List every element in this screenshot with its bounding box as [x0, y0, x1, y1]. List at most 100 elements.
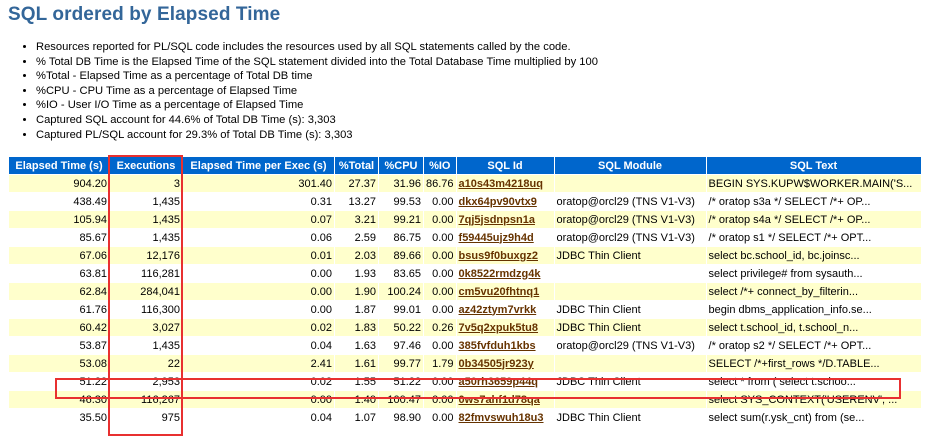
table-row: 904.20 3 301.40 27.37 31.96 86.76 a10s43m4218u… — [8, 174, 922, 193]
cell-sql-module: JDBC Thin Client — [553, 372, 707, 391]
table-row: 67.06 12,176 0.01 2.03 89.66 0.00 bsus9f0buxgz… — [8, 246, 922, 265]
sql-id-link[interactable]: bsus9f0buxgz2 — [459, 250, 538, 262]
cell-elapsed: 53.08 — [8, 354, 110, 373]
cell-sql-text: /* oratop s4a */ SELECT /*+ OP... — [705, 210, 922, 229]
sql-elapsed-table: Elapsed Time (s) Executions Elapsed Time… — [8, 156, 922, 427]
table-row: 60.42 3,027 0.02 1.83 50.22 0.26 7v5q2xpuk5tu8… — [8, 318, 922, 337]
cell-sql-text: select privilege# from sysauth... — [705, 264, 922, 283]
cell-per-exec: 0.02 — [182, 372, 335, 391]
col-header-per-exec[interactable]: Elapsed Time per Exec (s) — [182, 156, 335, 175]
cell-pct-io: 0.00 — [423, 228, 457, 247]
sql-id-link[interactable]: a50rh3659p44q — [459, 376, 539, 388]
cell-elapsed: 60.42 — [8, 318, 110, 337]
notes-list: Resources reported for PL/SQL code inclu… — [18, 40, 598, 142]
cell-pct-cpu: 51.22 — [378, 372, 424, 391]
sql-id-link[interactable]: 0ws7ahf1d78qa — [459, 394, 540, 406]
cell-sql-module: JDBC Thin Client — [553, 246, 707, 265]
cell-sql-id: bsus9f0buxgz2 — [455, 246, 555, 265]
cell-sql-module — [553, 390, 707, 409]
cell-per-exec: 0.31 — [182, 192, 335, 211]
sql-id-link[interactable]: 0b34505jr923y — [459, 358, 534, 370]
cell-sql-text: begin dbms_application_info.se... — [705, 300, 922, 319]
cell-pct-cpu: 99.21 — [378, 210, 424, 229]
cell-elapsed: 85.67 — [8, 228, 110, 247]
cell-executions: 116,267 — [109, 390, 183, 409]
cell-pct-io: 0.26 — [423, 318, 457, 337]
col-header-sql-id[interactable]: SQL Id — [455, 156, 555, 175]
sql-id-link[interactable]: cm5vu20fhtnq1 — [459, 286, 540, 298]
cell-executions: 116,281 — [109, 264, 183, 283]
sql-id-link[interactable]: 0k8522rmdzg4k — [459, 268, 541, 280]
cell-executions: 975 — [109, 408, 183, 427]
cell-elapsed: 904.20 — [8, 174, 110, 193]
cell-sql-text: select t.school_id, t.school_n... — [705, 318, 922, 337]
sql-id-link[interactable]: az42ztym7vrkk — [459, 304, 537, 316]
cell-sql-module — [553, 174, 707, 193]
col-header-pct-total[interactable]: %Total — [334, 156, 379, 175]
cell-sql-id: 7qj5jsdnpsn1a — [455, 210, 555, 229]
cell-sql-text: BEGIN SYS.KUPW$WORKER.MAIN('S... — [705, 174, 922, 193]
sql-id-link[interactable]: 7qj5jsdnpsn1a — [459, 214, 535, 226]
cell-sql-module — [553, 282, 707, 301]
cell-sql-id: az42ztym7vrkk — [455, 300, 555, 319]
cell-sql-text: select sum(r.ysk_cnt) from (se... — [705, 408, 922, 427]
note-item: Resources reported for PL/SQL code inclu… — [36, 40, 598, 55]
note-item: %Total - Elapsed Time as a percentage of… — [36, 69, 598, 84]
cell-pct-total: 1.61 — [334, 354, 379, 373]
sql-id-link[interactable]: 7v5q2xpuk5tu8 — [459, 322, 538, 334]
col-header-sql-module[interactable]: SQL Module — [553, 156, 707, 175]
cell-pct-cpu: 100.47 — [378, 390, 424, 409]
cell-per-exec: 301.40 — [182, 174, 335, 193]
cell-executions: 22 — [109, 354, 183, 373]
col-header-pct-io[interactable]: %IO — [423, 156, 457, 175]
col-header-elapsed[interactable]: Elapsed Time (s) — [8, 156, 110, 175]
cell-pct-total: 13.27 — [334, 192, 379, 211]
cell-executions: 12,176 — [109, 246, 183, 265]
cell-sql-text: /* oratop s1 */ SELECT /*+ OPT... — [705, 228, 922, 247]
cell-sql-id: dkx64pv90vtx9 — [455, 192, 555, 211]
cell-elapsed: 51.22 — [8, 372, 110, 391]
cell-per-exec: 0.00 — [182, 300, 335, 319]
cell-per-exec: 0.00 — [182, 282, 335, 301]
cell-pct-total: 27.37 — [334, 174, 379, 193]
col-header-sql-text[interactable]: SQL Text — [705, 156, 922, 175]
cell-per-exec: 0.01 — [182, 246, 335, 265]
cell-sql-text: SELECT /*+first_rows */D.TABLE... — [705, 354, 922, 373]
cell-pct-io: 0.00 — [423, 282, 457, 301]
cell-pct-io: 86.76 — [423, 174, 457, 193]
cell-sql-id: 0k8522rmdzg4k — [455, 264, 555, 283]
sql-id-link[interactable]: dkx64pv90vtx9 — [459, 196, 537, 208]
cell-per-exec: 0.07 — [182, 210, 335, 229]
cell-per-exec: 0.02 — [182, 318, 335, 337]
cell-pct-total: 1.87 — [334, 300, 379, 319]
sql-id-link[interactable]: f59445ujz9h4d — [459, 232, 534, 244]
table-row: 53.87 1,435 0.04 1.63 97.46 0.00 385fvfduh1kbs… — [8, 336, 922, 355]
cell-sql-id: 0ws7ahf1d78qa — [455, 390, 555, 409]
cell-pct-io: 0.00 — [423, 300, 457, 319]
cell-pct-cpu: 100.24 — [378, 282, 424, 301]
sql-id-link[interactable]: 385fvfduh1kbs — [459, 340, 536, 352]
cell-pct-io: 0.00 — [423, 372, 457, 391]
sql-id-link[interactable]: a10s43m4218uq — [459, 178, 543, 190]
sql-id-link[interactable]: 82fmvswuh18u3 — [459, 412, 544, 424]
cell-pct-io: 0.00 — [423, 246, 457, 265]
cell-elapsed: 438.49 — [8, 192, 110, 211]
cell-sql-module: JDBC Thin Client — [553, 408, 707, 427]
note-item: %CPU - CPU Time as a percentage of Elaps… — [36, 84, 598, 99]
col-header-pct-cpu[interactable]: %CPU — [378, 156, 424, 175]
cell-sql-module: oratop@orcl29 (TNS V1-V3) — [553, 192, 707, 211]
cell-elapsed: 105.94 — [8, 210, 110, 229]
cell-pct-cpu: 83.65 — [378, 264, 424, 283]
cell-elapsed: 67.06 — [8, 246, 110, 265]
col-header-executions[interactable]: Executions — [109, 156, 183, 175]
cell-executions: 1,435 — [109, 210, 183, 229]
cell-sql-module — [553, 264, 707, 283]
cell-pct-total: 1.63 — [334, 336, 379, 355]
cell-pct-total: 2.59 — [334, 228, 379, 247]
cell-elapsed: 35.50 — [8, 408, 110, 427]
cell-sql-module: oratop@orcl29 (TNS V1-V3) — [553, 228, 707, 247]
cell-executions: 116,300 — [109, 300, 183, 319]
cell-elapsed: 62.84 — [8, 282, 110, 301]
table-row: 105.94 1,435 0.07 3.21 99.21 0.00 7qj5jsdnpsn1… — [8, 210, 922, 229]
cell-pct-total: 1.90 — [334, 282, 379, 301]
